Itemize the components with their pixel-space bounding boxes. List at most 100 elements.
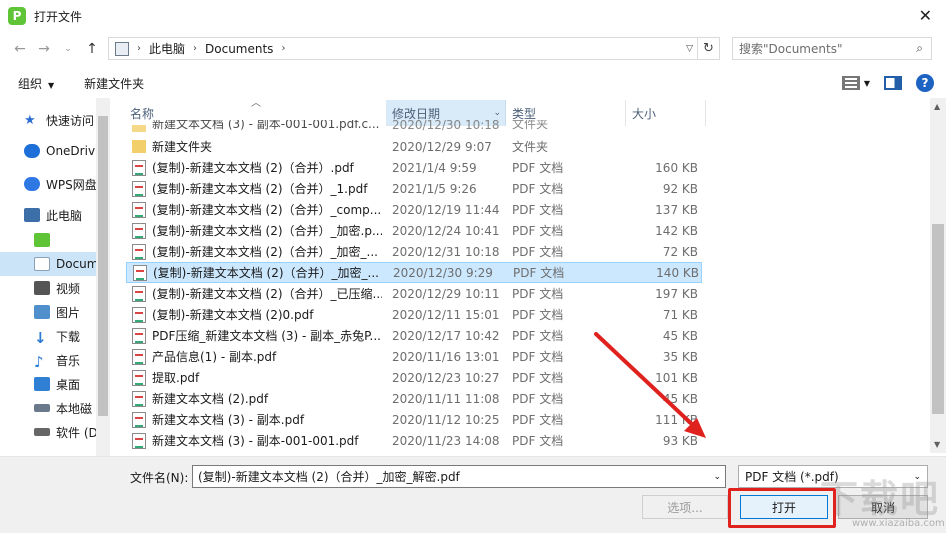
file-name: (复制)-新建文本文档 (2)（合并）_comp... <box>152 203 382 217</box>
nav-scrollbar[interactable] <box>96 98 110 456</box>
breadcrumb-this-pc[interactable]: 此电脑 <box>149 40 185 57</box>
new-folder-button[interactable]: 新建文件夹 <box>84 75 144 92</box>
file-type: PDF 文档 <box>512 182 564 196</box>
table-row[interactable]: (复制)-新建文本文档 (2)（合并）_已压缩... 2020/12/29 10:… <box>126 283 702 304</box>
nav-item-software-drive[interactable]: 软件 (D <box>0 420 96 444</box>
file-size: 35 KB <box>662 349 698 364</box>
table-row[interactable]: 提取.pdf 2020/12/23 10:27 PDF 文档 101 KB <box>126 367 702 388</box>
file-name: PDF压缩_新建文本文档 (3) - 副本_赤兔P... <box>152 329 381 343</box>
pdf-file-icon <box>132 327 146 344</box>
nav-label: 软件 (D <box>56 425 96 440</box>
refresh-icon[interactable]: ↻ <box>698 37 720 60</box>
nav-item-this-pc[interactable]: 此电脑 <box>0 203 96 227</box>
nav-label: 快速访问 <box>46 113 95 128</box>
table-row[interactable]: 产品信息(1) - 副本.pdf 2020/11/16 13:01 PDF 文档 35… <box>126 346 702 367</box>
scroll-down-icon[interactable]: ▼ <box>934 440 940 449</box>
nav-item-music[interactable]: ♪ 音乐 <box>0 348 96 372</box>
nav-item-videos[interactable]: 视频 <box>0 276 96 300</box>
options-button[interactable]: 选项... <box>642 495 728 519</box>
filename-value: (复制)-新建文本文档 (2)（合并）_加密_解密.pdf <box>198 470 460 484</box>
table-row[interactable]: (复制)-新建文本文档 (2)（合并）_comp... 2020/12/19 11… <box>126 199 702 220</box>
watermark-url: www.xiazaiba.com <box>852 518 945 529</box>
table-row[interactable]: PDF压缩_新建文本文档 (3) - 副本_赤兔P... 2020/12/17 1… <box>126 325 702 346</box>
up-arrow-icon[interactable]: ↑ <box>80 41 104 57</box>
file-name: (复制)-新建文本文档 (2)（合并）_加密_... <box>153 266 379 280</box>
file-date: 2020/11/23 14:08 <box>392 433 500 448</box>
file-name: (复制)-新建文本文档 (2)0.pdf <box>152 308 314 322</box>
pdf-file-icon <box>132 243 146 260</box>
file-name: (复制)-新建文本文档 (2)（合并）_1.pdf <box>152 182 368 196</box>
table-row[interactable]: (复制)-新建文本文档 (2)（合并）_加密.p... 2020/12/24 10… <box>126 220 702 241</box>
file-date: 2020/12/30 9:29 <box>393 265 493 280</box>
chevron-right-icon[interactable]: › <box>137 43 141 54</box>
nav-item-pictures[interactable]: 图片 <box>0 300 96 324</box>
nav-label: 本地磁 <box>56 401 93 416</box>
chevron-right-icon[interactable]: › <box>281 43 285 54</box>
nav-scrollbar-thumb[interactable] <box>98 116 108 416</box>
file-type: PDF 文档 <box>512 434 564 448</box>
nav-item-quick-access[interactable]: ★ 快速访问 <box>0 108 96 132</box>
filename-input[interactable]: (复制)-新建文本文档 (2)（合并）_加密_解密.pdf ⌄ <box>192 465 726 488</box>
star-icon: ★ <box>24 113 36 128</box>
recent-dropdown-icon[interactable]: ⌄ <box>56 44 80 54</box>
pdf-file-icon <box>132 201 146 218</box>
nav-item-onedrive[interactable]: OneDriv <box>0 139 96 163</box>
chevron-down-icon[interactable]: ⌄ <box>493 108 501 118</box>
table-row[interactable]: 新建文本文档 (2).pdf 2020/11/11 11:08 PDF 文档 45 K… <box>126 388 702 409</box>
search-icon: ⌕ <box>916 41 923 55</box>
file-name: 提取.pdf <box>152 371 200 385</box>
organize-button[interactable]: 组织 ▼ <box>18 75 54 92</box>
address-bar[interactable]: › 此电脑 › Documents › ▽ <box>108 37 698 60</box>
nav-item-desktop[interactable]: 桌面 <box>0 372 96 396</box>
nav-item-documents[interactable]: Docum <box>0 252 96 276</box>
pdf-file-icon <box>132 348 146 365</box>
table-row[interactable]: (复制)-新建文本文档 (2)0.pdf 2020/12/11 15:01 PDF … <box>126 304 702 325</box>
nav-item-wps-app[interactable] <box>0 228 96 252</box>
command-bar: 组织 ▼ 新建文件夹 ▼ ? <box>0 68 946 98</box>
file-type: PDF 文档 <box>512 287 564 301</box>
table-row-partial[interactable]: 新建文本文档 (3) - 副本-001-001.pdf.c... 2020/12… <box>126 120 702 132</box>
forward-arrow-icon[interactable]: → <box>32 41 56 57</box>
file-name: 新建文本文档 (3) - 副本-001-001.pdf.c... <box>152 120 380 131</box>
breadcrumb-documents[interactable]: Documents <box>205 42 273 56</box>
table-row[interactable]: 新建文本文档 (3) - 副本-001-001.pdf 2020/11/23 14… <box>126 430 702 451</box>
chevron-down-icon[interactable]: ▼ <box>864 79 870 88</box>
preview-pane-icon[interactable] <box>884 76 902 90</box>
film-icon <box>34 281 50 295</box>
pdf-file-icon <box>132 285 146 302</box>
search-placeholder: 搜索"Documents" <box>739 42 843 56</box>
file-name: 新建文本文档 (3) - 副本.pdf <box>152 413 305 427</box>
nav-label: 桌面 <box>56 377 81 392</box>
pdf-file-icon <box>132 159 146 176</box>
help-icon[interactable]: ? <box>916 74 934 92</box>
pdf-file-icon <box>132 432 146 449</box>
scroll-up-icon[interactable]: ▲ <box>934 102 940 111</box>
chevron-down-icon[interactable]: ▽ <box>686 44 693 54</box>
table-row[interactable]: 新建文本文档 (3) - 副本.pdf 2020/11/12 10:25 PDF 文… <box>126 409 702 430</box>
table-row[interactable]: (复制)-新建文本文档 (2)（合并）_1.pdf 2021/1/5 9:26 PD… <box>126 178 702 199</box>
file-size: 142 KB <box>655 223 698 238</box>
table-row[interactable]: (复制)-新建文本文档 (2)（合并）.pdf 2021/1/4 9:59 PDF … <box>126 157 702 178</box>
table-row[interactable]: (复制)-新建文本文档 (2)（合并）_加密_... 2020/12/31 10:… <box>126 241 702 262</box>
title-bar: P 打开文件 ✕ <box>0 0 946 32</box>
file-size: 92 KB <box>662 181 698 196</box>
file-list-scrollbar[interactable]: ▲ ▼ <box>930 98 946 453</box>
table-row[interactable]: (复制)-新建文本文档 (2)（合并）_加密_... 2020/12/30 9:2… <box>126 262 702 283</box>
download-icon: ↓ <box>34 329 47 347</box>
search-input[interactable]: 搜索"Documents" ⌕ <box>732 37 932 60</box>
file-type: 文件夹 <box>512 120 549 131</box>
close-button[interactable]: ✕ <box>919 6 932 25</box>
nav-item-downloads[interactable]: ↓ 下载 <box>0 324 96 348</box>
chevron-down-icon[interactable]: ⌄ <box>713 472 721 482</box>
scrollbar-thumb[interactable] <box>932 224 944 414</box>
back-arrow-icon[interactable]: ← <box>8 41 32 57</box>
table-row[interactable]: 新建文件夹 2020/12/29 9:07 文件夹 <box>126 136 702 157</box>
nav-item-local-disk[interactable]: 本地磁 <box>0 396 96 420</box>
view-options-icon[interactable] <box>841 76 860 90</box>
cloud-icon <box>24 177 40 191</box>
file-date: 2020/12/30 10:18 <box>392 120 500 132</box>
nav-item-wps-cloud[interactable]: WPS网盘 <box>0 172 96 196</box>
watermark-logo: 下载吧 <box>820 477 941 521</box>
computer-icon <box>24 208 40 222</box>
chevron-right-icon[interactable]: › <box>193 43 197 54</box>
